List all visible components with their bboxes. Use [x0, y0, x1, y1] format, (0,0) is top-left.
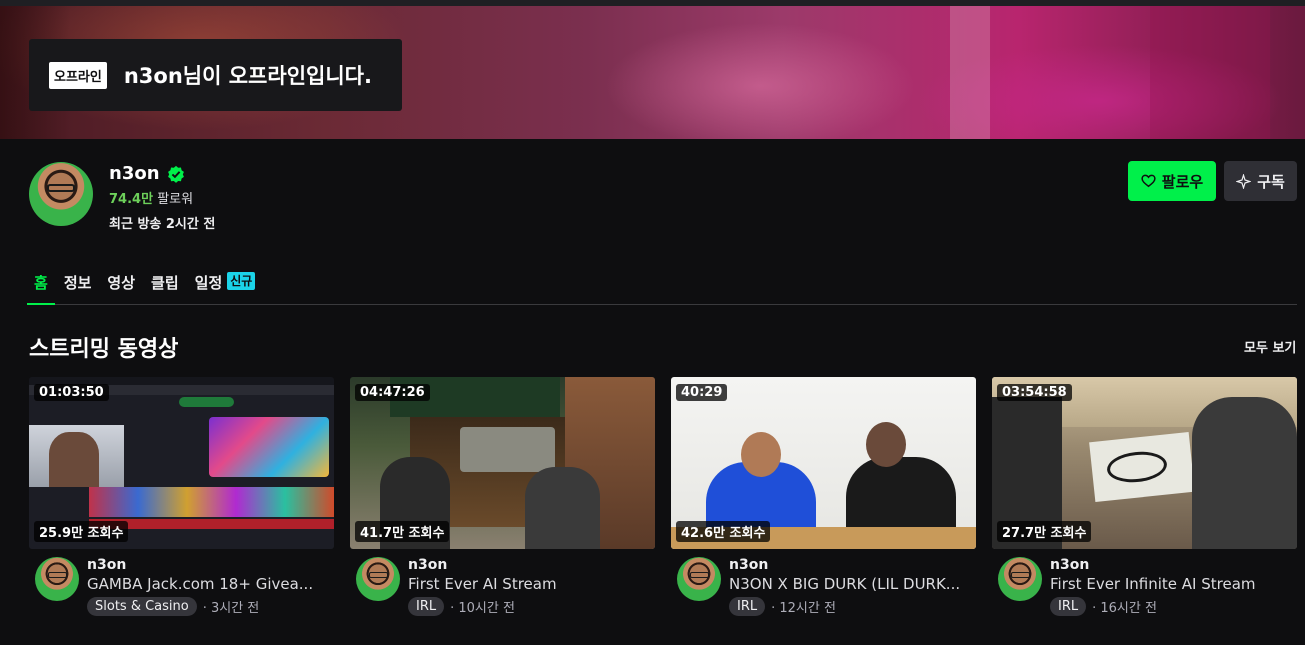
- video-views: 41.7만 조회수: [355, 521, 450, 542]
- video-thumbnail[interactable]: 03:54:58 27.7만 조회수: [992, 377, 1297, 549]
- video-card[interactable]: 03:54:58 27.7만 조회수 n3on First Ever Infin…: [992, 377, 1297, 616]
- video-thumbnail[interactable]: 40:29 42.6만 조회수: [671, 377, 976, 549]
- video-views: 42.6만 조회수: [676, 521, 771, 542]
- avatar[interactable]: [35, 557, 79, 601]
- offline-notice: 오프라인 n3on님이 오프라인입니다.: [29, 39, 402, 111]
- video-title[interactable]: First Ever AI Stream: [408, 575, 648, 593]
- channel-profile: n3on 74.4만 팔로워 최근 방송 2시간 전: [29, 162, 215, 232]
- video-card[interactable]: 04:47:26 41.7만 조회수 n3on First Ever AI St…: [350, 377, 655, 616]
- video-title[interactable]: N3ON X BIG DURK (LIL DURK...: [729, 575, 969, 593]
- follower-count: 74.4만 팔로워: [109, 192, 194, 207]
- video-duration: 40:29: [676, 384, 728, 401]
- follow-button[interactable]: 팔로우: [1128, 161, 1216, 201]
- avatar[interactable]: [356, 557, 400, 601]
- see-all-link[interactable]: 모두 보기: [1244, 337, 1296, 356]
- video-duration: 01:03:50: [34, 384, 109, 401]
- avatar[interactable]: [998, 557, 1042, 601]
- video-channel-name[interactable]: n3on: [87, 557, 327, 573]
- tab-schedule[interactable]: 일정 신규: [195, 268, 256, 304]
- tab-home[interactable]: 홈: [27, 268, 55, 305]
- last-live: 최근 방송 2시간 전: [109, 217, 216, 232]
- tab-videos[interactable]: 영상: [107, 268, 135, 304]
- section-title: 스트리밍 동영상: [29, 337, 179, 362]
- video-title[interactable]: GAMBA Jack.com 18+ Givea...: [87, 575, 327, 593]
- video-channel-name[interactable]: n3on: [729, 557, 969, 573]
- channel-tabs: 홈 정보 영상 클립 일정 신규: [27, 268, 1297, 305]
- video-card[interactable]: 40:29 42.6만 조회수 n3on N3ON X BIG DURK (LI…: [671, 377, 976, 616]
- video-thumbnail[interactable]: 04:47:26 41.7만 조회수: [350, 377, 655, 549]
- video-age: · 10시간 전: [450, 601, 515, 616]
- video-title[interactable]: First Ever Infinite AI Stream: [1050, 575, 1290, 593]
- tab-clips[interactable]: 클립: [151, 268, 179, 304]
- video-views: 27.7만 조회수: [997, 521, 1092, 542]
- avatar[interactable]: [29, 162, 93, 226]
- video-age: · 12시간 전: [771, 601, 836, 616]
- subscribe-button[interactable]: 구독: [1224, 161, 1297, 201]
- category-tag[interactable]: IRL: [729, 597, 766, 616]
- video-card[interactable]: 01:03:50 25.9만 조회수 n3on GAMBA Jack.com 1…: [29, 377, 334, 616]
- offline-message: n3on님이 오프라인입니다.: [123, 64, 372, 88]
- star-icon: [1236, 173, 1252, 189]
- video-thumbnail[interactable]: 01:03:50 25.9만 조회수: [29, 377, 334, 549]
- category-tag[interactable]: IRL: [1050, 597, 1087, 616]
- category-tag[interactable]: IRL: [408, 597, 445, 616]
- avatar[interactable]: [677, 557, 721, 601]
- video-age: · 3시간 전: [202, 601, 260, 616]
- heart-icon: [1141, 174, 1156, 188]
- tab-about[interactable]: 정보: [64, 268, 92, 304]
- video-views: 25.9만 조회수: [34, 521, 129, 542]
- video-age: · 16시간 전: [1092, 601, 1157, 616]
- channel-name[interactable]: n3on: [109, 163, 160, 184]
- offline-tag: 오프라인: [49, 61, 107, 89]
- video-duration: 03:54:58: [997, 384, 1072, 401]
- new-badge: 신규: [227, 272, 256, 290]
- category-tag[interactable]: Slots & Casino: [87, 597, 197, 616]
- channel-banner: 오프라인 n3on님이 오프라인입니다.: [0, 6, 1305, 139]
- video-channel-name[interactable]: n3on: [408, 557, 648, 573]
- verified-icon: [167, 165, 184, 183]
- video-duration: 04:47:26: [355, 384, 430, 401]
- video-channel-name[interactable]: n3on: [1050, 557, 1290, 573]
